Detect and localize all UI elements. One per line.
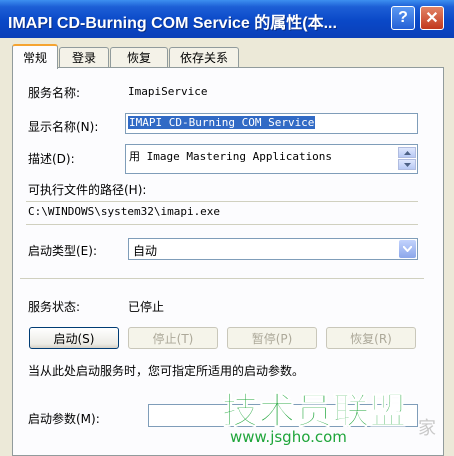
resume-button[interactable]: 恢复(R) xyxy=(326,327,416,349)
stop-button[interactable]: 停止(T) xyxy=(128,327,218,349)
tab-general[interactable]: 常规 xyxy=(12,44,58,69)
pause-button[interactable]: 暂停(P) xyxy=(227,327,317,349)
description-scroll-down[interactable] xyxy=(398,159,416,170)
description-value: 用 Image Mastering Applications xyxy=(129,150,333,163)
exe-path-value: C:\WINDOWS\system32\imapi.exe xyxy=(28,205,221,218)
description-scroll-up[interactable] xyxy=(398,147,416,158)
help-button[interactable]: ? xyxy=(391,6,415,30)
tab-general-label: 常规 xyxy=(22,51,47,65)
service-status-label: 服务状态: xyxy=(28,300,81,314)
tab-dependencies[interactable]: 依存关系 xyxy=(169,47,239,67)
close-button[interactable]: ✕ xyxy=(420,6,444,30)
start-button[interactable]: 启动(S) xyxy=(29,327,119,349)
display-name-field[interactable]: IMAPI CD-Burning COM Service xyxy=(125,113,418,134)
properties-dialog: IMAPI CD-Burning COM Service 的属性(本... ? … xyxy=(0,0,454,456)
startup-type-dropdown-button[interactable] xyxy=(399,240,416,258)
tab-logon[interactable]: 登录 xyxy=(59,47,109,67)
stop-button-label: 停止(T) xyxy=(152,331,194,346)
tab-recovery[interactable]: 恢复 xyxy=(110,47,168,67)
title-bar[interactable]: IMAPI CD-Burning COM Service 的属性(本... ? … xyxy=(0,0,454,38)
chevron-up-icon xyxy=(403,150,411,155)
tab-dependencies-label: 依存关系 xyxy=(179,51,228,65)
exe-path-bottom-line xyxy=(26,224,418,225)
service-name-label: 服务名称: xyxy=(28,86,81,100)
display-name-label: 显示名称(N): xyxy=(28,120,99,134)
start-params-hint: 当从此处启动服务时，您可指定所适用的启动参数。 xyxy=(28,364,305,378)
display-name-value: IMAPI CD-Burning COM Service xyxy=(128,116,316,129)
description-field[interactable]: 用 Image Mastering Applications xyxy=(125,144,418,174)
start-button-label: 启动(S) xyxy=(53,331,95,346)
startup-type-value: 自动 xyxy=(133,244,158,258)
start-params-label: 启动参数(M): xyxy=(28,412,100,426)
window-title: IMAPI CD-Burning COM Service 的属性(本... xyxy=(8,15,337,32)
resume-button-label: 恢复(R) xyxy=(350,331,392,346)
startup-type-label: 启动类型(E): xyxy=(28,244,97,258)
exe-path-top-line xyxy=(26,201,418,202)
exe-path-label: 可执行文件的路径(H): xyxy=(28,183,147,197)
description-label: 描述(D): xyxy=(28,152,75,166)
startup-type-select[interactable]: 自动 xyxy=(128,238,418,260)
tab-logon-label: 登录 xyxy=(71,51,96,65)
service-name-value: ImapiService xyxy=(128,85,208,98)
chevron-down-icon xyxy=(403,162,411,167)
watermark-logo-text: 技术员联盟 xyxy=(221,391,408,433)
pause-button-label: 暂停(P) xyxy=(251,331,293,346)
watermark-url: www.jsgho.com xyxy=(230,428,347,446)
chevron-down-icon xyxy=(403,246,412,252)
watermark: 技术员联盟 www.jsgho.com xyxy=(221,382,408,447)
close-icon: ✕ xyxy=(425,10,439,27)
tab-recovery-label: 恢复 xyxy=(126,51,151,65)
section-divider xyxy=(20,278,424,279)
help-icon: ? xyxy=(398,9,408,26)
service-status-value: 已停止 xyxy=(128,300,165,314)
watermark-tail: 家 xyxy=(418,418,436,439)
